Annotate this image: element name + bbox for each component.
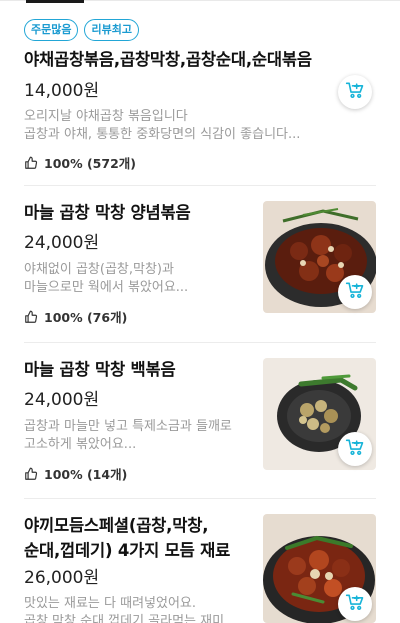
rating-text: 100% (572개): [44, 156, 136, 171]
menu-item-title: 야채곱창볶음,곱창막창,곱창순대,순대볶음: [24, 50, 312, 69]
menu-item-price: 14,000원: [24, 81, 100, 101]
add-to-cart-icon: [345, 437, 365, 461]
rating-text: 100% (14개): [44, 467, 128, 482]
menu-item-price: 24,000원: [24, 390, 100, 410]
add-to-cart-icon: [345, 280, 365, 304]
menu-item-title: 마늘 곱창 막창 백볶음: [24, 360, 176, 379]
menu-item[interactable]: 마늘 곱창 막창 양념볶음 24,000원 야채없이 곱창(곱창,막창)과 마늘…: [0, 186, 400, 342]
menu-item[interactable]: 마늘 곱창 막창 백볶음 24,000원 곱창과 마늘만 넣고 특제소금과 들깨…: [0, 343, 400, 498]
menu-item-description: 맛있는 재료는 다 때려넣었어요. 곱창,막창,순대,껍데기 골라먹는 재미: [24, 596, 225, 623]
add-to-cart-button[interactable]: [338, 587, 372, 621]
badge-popular-orders: 주문많음: [24, 19, 79, 41]
add-to-cart-icon: [345, 80, 365, 104]
badge-group: 주문많음 리뷰최고: [24, 19, 139, 41]
menu-item[interactable]: 주문많음 리뷰최고 야채곱창볶음,곱창막창,곱창순대,순대볶음 14,000원 …: [0, 0, 400, 185]
rating-text: 100% (76개): [44, 310, 128, 325]
add-to-cart-button[interactable]: [338, 75, 372, 109]
thumbs-up-icon: [24, 310, 38, 324]
menu-item-description: 곱창과 마늘만 넣고 특제소금과 들깨로 고소하게 볶았어요...: [24, 419, 232, 452]
add-to-cart-button[interactable]: [338, 275, 372, 309]
menu-item-price: 26,000원: [24, 568, 100, 588]
badge-best-review: 리뷰최고: [84, 19, 139, 41]
menu-item-title: 야끼모듬스페셜(곱창,막창, 순대,껍데기) 4가지 모듬 재료: [24, 516, 231, 560]
menu-item-description: 오리지날 야채곱창 볶음입니다 곱창과 야채, 통통한 중화당면의 식감이 좋습…: [24, 109, 301, 142]
menu-item-rating: 100% (572개): [24, 153, 136, 172]
menu-item-price: 24,000원: [24, 233, 100, 253]
menu-item-rating: 100% (76개): [24, 307, 127, 326]
menu-item-rating: 100% (14개): [24, 464, 127, 483]
menu-item-title: 마늘 곱창 막창 양념볶음: [24, 203, 191, 222]
menu-item[interactable]: 야끼모듬스페셜(곱창,막창, 순대,껍데기) 4가지 모듬 재료 26,000원…: [0, 499, 400, 623]
thumbs-up-icon: [24, 156, 38, 170]
menu-item-description: 야채없이 곱창(곱창,막창)과 마늘으로만 웍에서 볶았어요...: [24, 262, 189, 295]
add-to-cart-button[interactable]: [338, 432, 372, 466]
add-to-cart-icon: [345, 592, 365, 616]
thumbs-up-icon: [24, 467, 38, 481]
